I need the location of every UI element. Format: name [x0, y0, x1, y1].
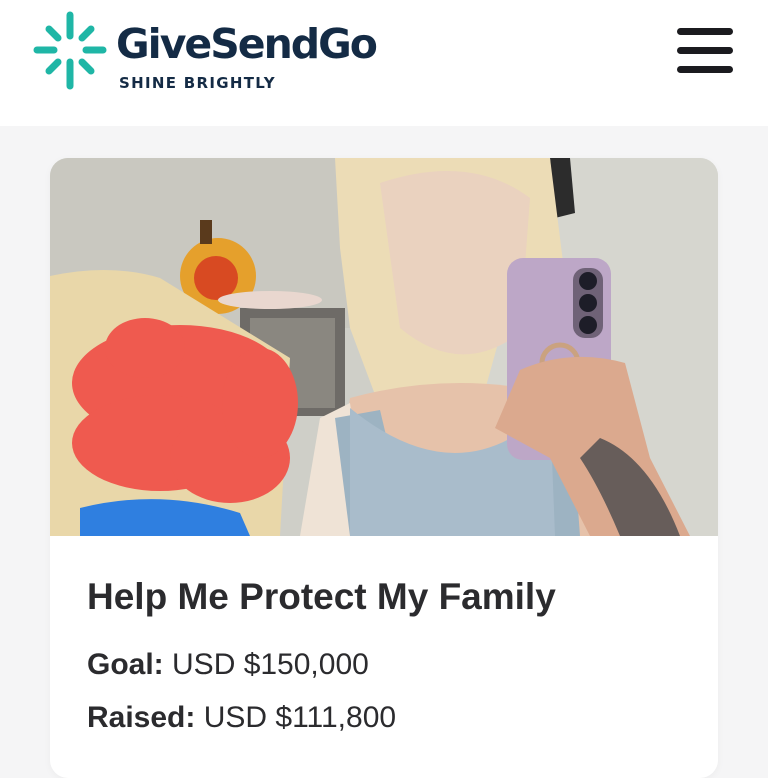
campaign-photo[interactable]: [50, 158, 718, 536]
site-header: GiveSendGo SHINE BRIGHTLY: [0, 0, 768, 126]
campaign-title[interactable]: Help Me Protect My Family: [87, 576, 556, 618]
goal-row: Goal: USD $150,000: [87, 648, 369, 682]
goal-value: USD $150,000: [172, 648, 369, 681]
raised-label: Raised:: [87, 701, 196, 734]
goal-label: Goal:: [87, 648, 164, 681]
hamburger-menu-icon[interactable]: [673, 22, 737, 80]
brand-tagline: SHINE BRIGHTLY: [119, 74, 276, 92]
raised-row: Raised: USD $111,800: [87, 701, 396, 735]
raised-value: USD $111,800: [203, 701, 397, 734]
campaign-card[interactable]: Help Me Protect My Family Goal: USD $150…: [50, 158, 718, 778]
burst-logo-icon[interactable]: [32, 10, 108, 92]
brand-name[interactable]: GiveSendGo: [116, 20, 378, 68]
